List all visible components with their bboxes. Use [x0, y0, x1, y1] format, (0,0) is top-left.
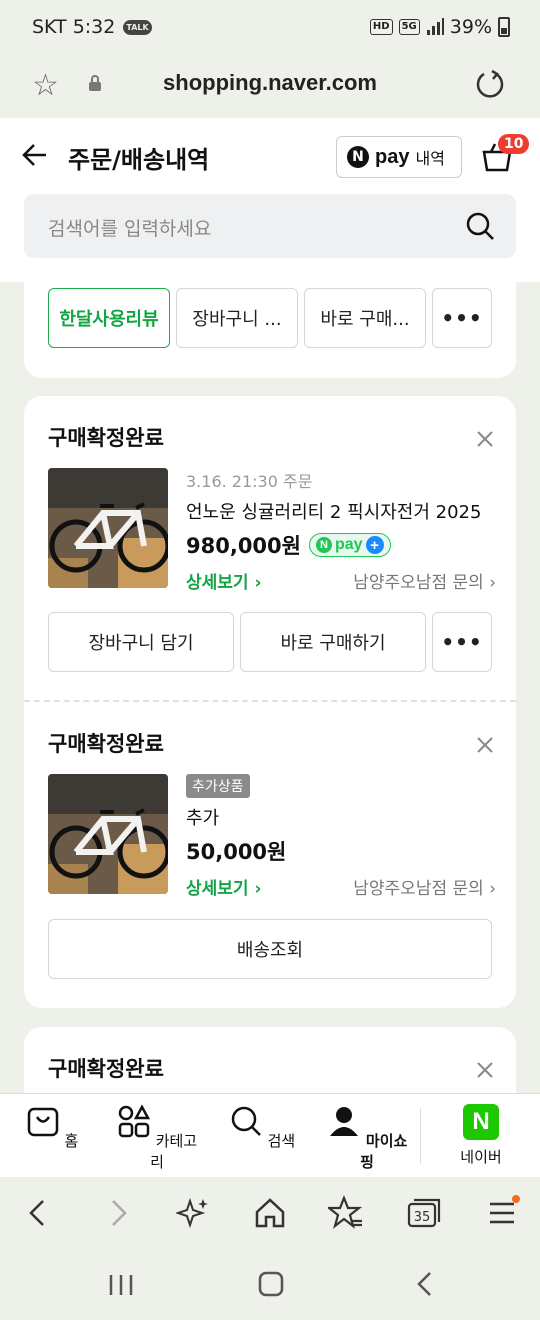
tabs-icon[interactable]: 35	[406, 1195, 442, 1231]
order-card-previous: 한달사용리뷰 장바구니 ... 바로 구매... •••	[24, 270, 516, 378]
plus-icon: +	[365, 536, 384, 554]
menu-icon[interactable]	[484, 1195, 520, 1231]
product-price: 50,000원	[186, 840, 287, 864]
system-back-icon[interactable]	[410, 1269, 440, 1299]
product-price-row: 50,000원	[186, 836, 496, 866]
back-arrow-icon[interactable]	[20, 140, 50, 170]
product-name[interactable]: 언노운 싱귤러리티 2 픽시자전거 2025	[186, 498, 496, 524]
nav-separator	[420, 1108, 421, 1164]
battery-percent: 39%	[449, 16, 492, 38]
product-name[interactable]: 추가	[186, 804, 496, 830]
product-info: 3.16. 21:30 주문 언노운 싱귤러리티 2 픽시자전거 2025 98…	[186, 468, 496, 593]
more-options-button[interactable]: •••	[432, 612, 492, 672]
system-navigation-bar	[0, 1249, 540, 1320]
search-input[interactable]: 검색어를 입력하세요	[24, 194, 516, 258]
product-links: 상세보기 › 남양주오남점 문의 ›	[186, 874, 496, 899]
detail-view-link[interactable]: 상세보기 ›	[186, 874, 261, 899]
close-icon[interactable]	[476, 1061, 494, 1079]
naver-n-icon: N	[347, 146, 369, 168]
search-icon[interactable]	[464, 210, 496, 242]
nav-my-shopping[interactable]: 마이쇼핑	[322, 1104, 412, 1172]
browser-url-bar: ☆ shopping.naver.com	[0, 56, 540, 118]
dashed-divider	[24, 700, 516, 702]
npay-plus-badge: N pay +	[308, 533, 391, 557]
nav-my-shopping-label: 마이쇼핑	[360, 1132, 408, 1171]
npay-history-label: 내역	[415, 149, 445, 168]
bicycle-image	[48, 468, 168, 588]
nav-search[interactable]: 검색	[217, 1104, 307, 1151]
bookmarks-icon[interactable]	[328, 1195, 364, 1231]
recent-apps-icon[interactable]	[106, 1271, 136, 1299]
naver-n-icon: N	[315, 537, 332, 553]
search-placeholder: 검색어를 입력하세요	[48, 218, 212, 240]
npay-pay-text: pay	[375, 145, 410, 168]
reload-icon[interactable]	[474, 68, 506, 100]
browser-back-icon[interactable]	[20, 1195, 56, 1231]
nav-naver[interactable]: N 네이버	[436, 1104, 526, 1167]
product-links: 상세보기 › 남양주오남점 문의 ›	[186, 568, 496, 593]
bottom-navigation: 홈 카테고리 검색 마이쇼핑 N 네이버	[0, 1093, 540, 1177]
system-home-icon[interactable]	[256, 1269, 286, 1299]
order-date: 3.16. 21:30 주문	[186, 472, 313, 491]
home-icon[interactable]	[252, 1195, 288, 1231]
category-icon	[118, 1104, 151, 1138]
more-options-button[interactable]: •••	[432, 288, 492, 348]
svg-text:35: 35	[414, 1210, 431, 1225]
url-text[interactable]: shopping.naver.com	[0, 70, 540, 96]
naver-logo-icon: N	[463, 1104, 499, 1140]
store-inquiry-link[interactable]: 남양주오남점 문의 ›	[353, 568, 496, 593]
npay-text: pay	[334, 536, 363, 553]
carrier-time: SKT 5:32	[32, 16, 116, 38]
page-header: 주문/배송내역 N pay 내역 10 검색어를 입력하세요	[0, 118, 540, 282]
nav-home[interactable]: 홈	[7, 1104, 97, 1151]
kakaotalk-icon: TALK	[123, 19, 152, 35]
order-status-title: 구매확정완료	[48, 732, 164, 756]
sparkle-icon[interactable]	[176, 1195, 212, 1231]
close-icon[interactable]	[476, 430, 494, 448]
page-title: 주문/배송내역	[68, 146, 210, 174]
order-status-title: 구매확정완료	[48, 1057, 164, 1081]
status-bar: SKT 5:32 TALK HD 5G 39%	[0, 0, 540, 56]
search-icon	[231, 1106, 261, 1136]
nav-naver-label: 네이버	[460, 1148, 502, 1166]
shopping-bag-icon	[27, 1107, 58, 1137]
hd-voice-icon: HD	[369, 19, 393, 35]
add-to-cart-button[interactable]: 장바구니 ...	[176, 288, 298, 348]
battery-icon	[498, 17, 510, 37]
signal-icons: HD 5G	[369, 18, 444, 36]
detail-view-link[interactable]: 상세보기 ›	[186, 568, 261, 593]
browser-forward-icon[interactable]	[100, 1195, 136, 1231]
browser-toolbar: 35	[0, 1177, 540, 1249]
order-card: 구매확정완료 3.16. 21:30 주문 언노운 싱귤러리티 2 픽시자전거 …	[24, 396, 516, 1008]
product-price: 980,000원	[186, 534, 301, 558]
track-delivery-button[interactable]: 배송조회	[48, 919, 492, 979]
product-image[interactable]	[48, 774, 168, 894]
close-icon[interactable]	[476, 736, 494, 754]
npay-history-button[interactable]: N pay 내역	[336, 136, 462, 178]
5g-icon: 5G	[398, 19, 420, 35]
person-icon	[329, 1107, 358, 1136]
nav-search-label: 검색	[267, 1132, 296, 1150]
cart-button[interactable]: 10	[480, 134, 530, 176]
store-inquiry-link[interactable]: 남양주오남점 문의 ›	[353, 874, 496, 899]
product-price-row: 980,000원 N pay +	[186, 530, 496, 560]
buy-now-button[interactable]: 바로 구매...	[304, 288, 426, 348]
bicycle-image	[48, 774, 168, 894]
add-to-cart-button[interactable]: 장바구니 담기	[48, 612, 234, 672]
buy-now-button[interactable]: 바로 구매하기	[240, 612, 426, 672]
cart-count-badge: 10	[498, 134, 530, 154]
nav-home-label: 홈	[64, 1132, 79, 1150]
additional-item-tag: 추가상품	[186, 774, 250, 798]
nav-category[interactable]: 카테고리	[112, 1104, 202, 1172]
signal-icon	[426, 18, 444, 35]
product-info: 추가상품 추가 50,000원 상세보기 › 남양주오남점 문의 ›	[186, 774, 496, 899]
product-image[interactable]	[48, 468, 168, 588]
monthly-review-button[interactable]: 한달사용리뷰	[48, 288, 170, 348]
nav-category-label: 카테고리	[150, 1132, 198, 1171]
order-status-title: 구매확정완료	[48, 426, 164, 450]
